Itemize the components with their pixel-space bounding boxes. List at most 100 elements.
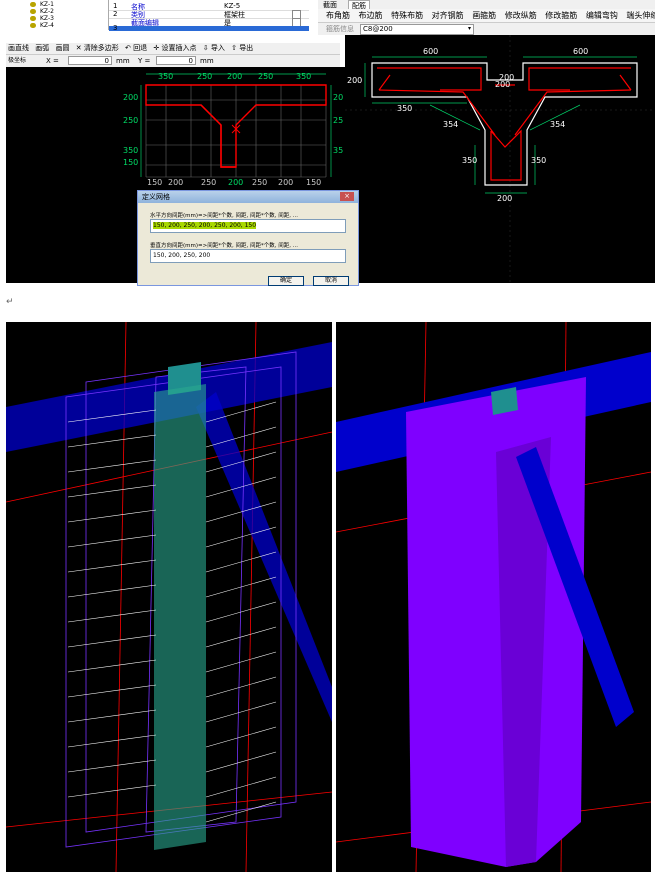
define-grid-dialog: 定义网格 × 水平方向间距(mm)=>间距*个数, 间距, 间距*个数, 间距,… bbox=[137, 190, 359, 286]
dim-label: 600 bbox=[573, 47, 588, 56]
insert-point-icon: ✛ bbox=[153, 44, 160, 52]
dim-label: 250 bbox=[123, 116, 138, 125]
dim-label: 250 bbox=[258, 72, 273, 81]
dim-label: 600 bbox=[423, 47, 438, 56]
toolbar-item-edit-hook[interactable]: 编辑弯钩 bbox=[586, 9, 618, 22]
dim-label: 250 bbox=[252, 178, 267, 187]
draw-arc-button[interactable]: 画弧 bbox=[33, 43, 51, 54]
clear-polygon-button[interactable]: ✕ 清除多边形 bbox=[74, 43, 121, 54]
dim-label: 200 bbox=[499, 73, 514, 82]
dim-label: 350 bbox=[462, 156, 477, 165]
undo-icon: ↶ bbox=[125, 44, 131, 52]
dim-label: 200 bbox=[278, 178, 293, 187]
toolbar-item-end-extend[interactable]: 端头伸缩 bbox=[626, 9, 655, 22]
dim-label: 35 bbox=[333, 146, 343, 155]
toolbar-item-edit-stirrup[interactable]: 修改箍筋 bbox=[545, 9, 577, 22]
y-input[interactable]: 0 bbox=[156, 56, 196, 65]
dim-label: 150 bbox=[147, 178, 162, 187]
vertical-spacing-label: 垂直方向间距(mm)=>间距*个数, 间距, 间距*个数, 间距, ... bbox=[150, 243, 298, 249]
toolbar-item-edge-bar[interactable]: 布边筋 bbox=[359, 9, 383, 22]
cancel-button[interactable]: 取消 bbox=[313, 276, 349, 286]
horizontal-spacing-input[interactable]: 150, 200, 250, 200, 250, 200, 150 bbox=[150, 219, 346, 233]
stub bbox=[491, 387, 518, 415]
dim-label: 350 bbox=[397, 104, 412, 113]
stirrup-select[interactable]: C8@200 bbox=[360, 24, 474, 35]
dim-label: 350 bbox=[531, 156, 546, 165]
wireframe-drawing bbox=[6, 322, 332, 872]
dim-label: 150 bbox=[306, 178, 321, 187]
component-tree: KZ-1 KZ-2 KZ-3 KZ-4 bbox=[0, 0, 105, 30]
dim-label: 354 bbox=[550, 120, 565, 129]
toolbar-item-draw-stirrup[interactable]: 画箍筋 bbox=[472, 9, 496, 22]
toolbar-item-align-bar[interactable]: 对齐钢筋 bbox=[432, 9, 464, 22]
export-icon: ⇧ bbox=[231, 44, 237, 52]
dim-label: 200 bbox=[168, 178, 183, 187]
x-label: X = bbox=[46, 57, 59, 65]
toolbar-item-special-bar[interactable]: 特殊布筋 bbox=[391, 9, 423, 22]
y-label: Y = bbox=[138, 57, 151, 65]
stirrup-label: 箍筋信息 bbox=[326, 25, 354, 33]
rebar-hook-left bbox=[378, 74, 391, 91]
column-icon bbox=[30, 16, 36, 21]
import-icon: ⇩ bbox=[202, 44, 209, 52]
polar-toggle[interactable]: 极坐标 bbox=[8, 55, 26, 67]
dim-label: 250 bbox=[201, 178, 216, 187]
dim-label: 20 bbox=[333, 93, 343, 102]
toolbar-item-corner-bar[interactable]: 布角筋 bbox=[326, 9, 350, 22]
close-icon: ✕ bbox=[75, 44, 82, 52]
column-icon bbox=[30, 2, 36, 7]
horizontal-spacing-label: 水平方向间距(mm)=>间距*个数, 间距, 间距*个数, 间距, ... bbox=[150, 213, 298, 219]
dim-label: 350 bbox=[296, 72, 311, 81]
tree-item[interactable]: KZ-2 bbox=[30, 8, 54, 15]
core-column bbox=[154, 384, 206, 850]
import-button[interactable]: ⇩ 导入 bbox=[201, 43, 227, 54]
rebar-top-left bbox=[377, 67, 482, 91]
dim-label: 200 bbox=[497, 194, 512, 203]
x-unit: mm bbox=[116, 57, 130, 65]
dim-label: 200 bbox=[228, 178, 243, 187]
tree-item[interactable]: KZ-3 bbox=[30, 15, 54, 22]
section-canvas[interactable]: 600 600 200 350 354 354 200 350 350 200 … bbox=[345, 35, 655, 283]
section-drawing: 600 600 200 350 354 354 200 350 350 200 … bbox=[345, 35, 655, 283]
x-input[interactable]: 0 bbox=[68, 56, 112, 65]
column-icon bbox=[30, 23, 36, 28]
wireframe-3d-view[interactable] bbox=[6, 322, 332, 872]
coordinate-bar: 极坐标 X = 0 mm Y = 0 mm bbox=[6, 55, 340, 67]
dim-label: 350 bbox=[123, 146, 138, 155]
draw-line-button[interactable]: 画直线 bbox=[6, 43, 31, 54]
dim-label: 350 bbox=[158, 72, 173, 81]
rebar-toolbar: 布角筋 布边筋 特殊布筋 对齐钢筋 画箍筋 修改纵筋 修改箍筋 编辑弯钩 端头伸… bbox=[318, 9, 655, 23]
toolbar-item-edit-long-bar[interactable]: 修改纵筋 bbox=[505, 9, 537, 22]
section-stem bbox=[200, 104, 236, 168]
dim-label: 354 bbox=[443, 120, 458, 129]
close-button[interactable]: × bbox=[340, 192, 354, 201]
column-icon bbox=[30, 9, 36, 14]
beam-diagonal bbox=[196, 392, 332, 722]
dim-label: 25 bbox=[333, 116, 343, 125]
tree-item[interactable]: KZ-4 bbox=[30, 22, 54, 29]
dim-label: 200 bbox=[347, 76, 362, 85]
export-button[interactable]: ⇧ 导出 bbox=[229, 43, 255, 54]
dim-label: 150 bbox=[123, 158, 138, 167]
tab-bar: 截面 配筋 bbox=[318, 0, 655, 11]
rebar-top-right bbox=[528, 67, 631, 91]
solid-3d-view[interactable] bbox=[336, 322, 651, 872]
column-body bbox=[406, 377, 586, 867]
ok-button[interactable]: 确定 bbox=[268, 276, 304, 286]
vertical-spacing-input[interactable]: 150, 200, 250, 200 bbox=[150, 249, 346, 263]
rebar-stem bbox=[490, 129, 522, 181]
dialog-title: 定义网格 bbox=[138, 191, 358, 203]
y-unit: mm bbox=[200, 57, 214, 65]
property-table: 1 名称 KZ-5 2 类别 框架柱 截面编辑 是 3 bbox=[108, 0, 309, 32]
table-row[interactable]: 3 bbox=[109, 24, 309, 32]
chevron-down-icon[interactable]: ▾ bbox=[468, 25, 471, 32]
draw-circle-button[interactable]: 画圆 bbox=[53, 43, 71, 54]
drawing-toolbar: 画直线 画弧 画圆 ✕ 清除多边形 ↶ 回退 ✛ 设置插入点 ⇩ 导入 ⇧ 导出 bbox=[6, 43, 340, 55]
tree-item[interactable]: KZ-1 bbox=[30, 1, 54, 8]
dim-label: 250 bbox=[197, 72, 212, 81]
undo-button[interactable]: ↶ 回退 bbox=[123, 43, 149, 54]
set-insert-point-button[interactable]: ✛ 设置插入点 bbox=[151, 43, 198, 54]
rebar-hook-right bbox=[619, 74, 632, 91]
dim-label: 200 bbox=[123, 93, 138, 102]
dim-label: 200 bbox=[227, 72, 242, 81]
